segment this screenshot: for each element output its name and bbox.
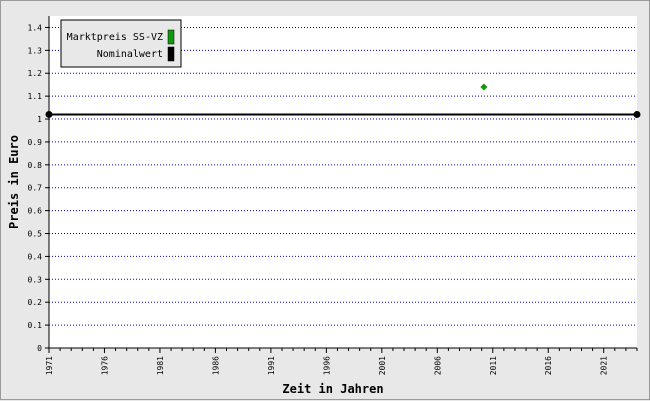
y-axis-title: Preis in Euro	[7, 135, 21, 229]
x-axis-title: Zeit in Jahren	[282, 382, 383, 396]
y-tick-label: 1.3	[28, 46, 43, 55]
legend: Marktpreis SS-VZ Nominalwert	[60, 19, 182, 68]
x-tick-label: 2016	[544, 356, 553, 375]
x-tick-label: 2021	[600, 356, 609, 375]
legend-label: Marktpreis SS-VZ	[67, 32, 163, 43]
y-tick-label: 0.1	[28, 321, 43, 330]
x-tick-label: 1986	[211, 356, 220, 375]
nominal-point	[45, 110, 53, 118]
y-tick-label: 0.4	[28, 252, 43, 261]
y-tick-label: 0.3	[28, 275, 43, 284]
y-tick-label: 0.9	[28, 138, 43, 147]
x-tick-label: 2001	[378, 356, 387, 375]
x-tick-label: 1991	[267, 356, 276, 375]
legend-swatch	[167, 29, 175, 45]
x-tick-label: 1971	[45, 356, 54, 375]
y-axis: 0 0.1 0.2 0.3 0.4 0.5 0.6 0.7 0.8 0.9 1 1.1 1.2 1.3 1.…	[28, 16, 50, 353]
x-tick-label: 1996	[322, 356, 331, 375]
x-tick-label: 1981	[156, 356, 165, 375]
y-tick-label: 0.6	[28, 207, 43, 216]
legend-label: Nominalwert	[97, 49, 163, 60]
y-tick-label: 0.8	[28, 161, 43, 170]
x-axis: 1971 1976 1981 1986 1991 1996 2001 2006 2011 2016…	[45, 347, 638, 375]
y-tick-label: 0.7	[28, 184, 43, 193]
y-tick-label: 0.5	[28, 230, 43, 239]
y-tick-label: 1.1	[28, 92, 43, 101]
y-tick-label: 1	[37, 115, 42, 124]
x-tick-label: 2011	[489, 356, 498, 375]
nominal-point	[633, 110, 641, 118]
y-tick-label: 0.2	[28, 298, 43, 307]
x-tick-label: 1976	[100, 356, 109, 375]
legend-swatch	[167, 46, 175, 62]
y-tick-label: 1.2	[28, 69, 43, 78]
chart-frame: 0 0.1 0.2 0.3 0.4 0.5 0.6 0.7 0.8 0.9 1 1.1 1.2 1.3 1.…	[0, 0, 650, 400]
y-tick-label: 1.4	[28, 23, 43, 32]
chart-svg: 0 0.1 0.2 0.3 0.4 0.5 0.6 0.7 0.8 0.9 1 1.1 1.2 1.3 1.…	[7, 16, 641, 396]
x-tick-label: 2006	[433, 356, 442, 375]
y-tick-label: 0	[37, 344, 42, 353]
